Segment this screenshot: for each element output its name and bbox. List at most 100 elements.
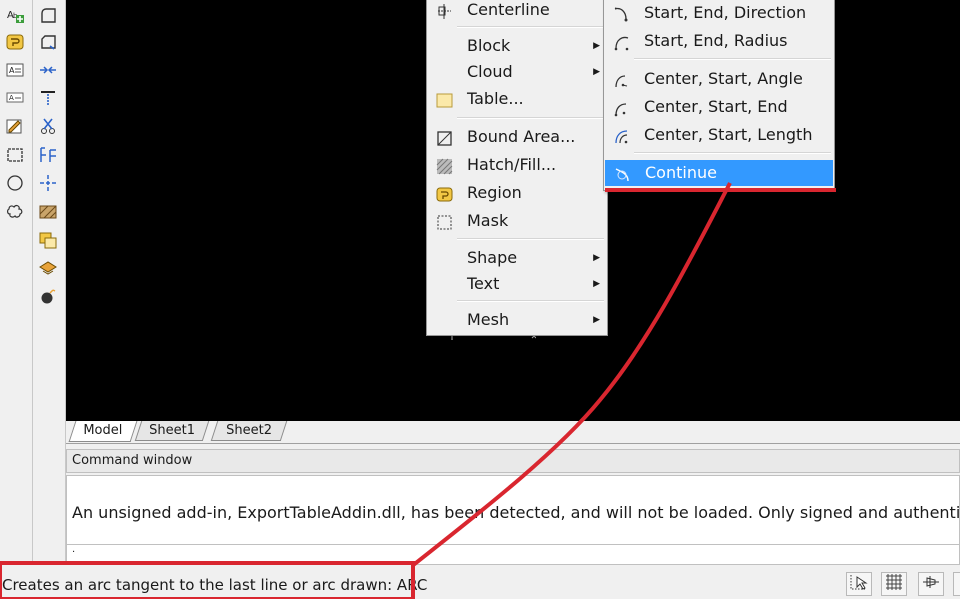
menu-item-label: Center, Start, Angle xyxy=(644,69,803,88)
region-icon[interactable] xyxy=(4,31,26,53)
menu-item-label: Mesh xyxy=(467,310,510,329)
chamfer-icon[interactable] xyxy=(37,31,59,53)
explode-icon[interactable] xyxy=(37,285,59,307)
arc-center-start-end-icon xyxy=(613,99,630,117)
menu-item-label: Bound Area... xyxy=(467,127,576,146)
centerline-icon xyxy=(436,2,453,19)
center-mark-icon[interactable] xyxy=(37,172,59,194)
menu-item-center-start-end[interactable]: Center, Start, End xyxy=(604,94,834,120)
tab-label: Sheet2 xyxy=(226,423,273,438)
array-icon[interactable] xyxy=(37,144,59,166)
svg-text:A: A xyxy=(9,94,14,102)
menu-item-label: Hatch/Fill... xyxy=(467,155,557,174)
menu-item-bound-area[interactable]: Bound Area... xyxy=(427,124,607,150)
menu-item-centerline[interactable]: Centerline xyxy=(427,0,607,23)
menu-item-label: Centerline xyxy=(467,0,550,19)
hatch-icon[interactable] xyxy=(37,200,59,222)
join-icon[interactable] xyxy=(37,59,59,81)
bound-area-icon xyxy=(436,129,453,146)
fillet-icon[interactable] xyxy=(37,4,59,26)
flatten-icon[interactable] xyxy=(37,257,59,279)
annotation-add-icon[interactable]: Ab xyxy=(4,4,26,26)
freeform-shape-icon[interactable] xyxy=(4,200,26,222)
command-message: An unsigned add-in, ExportTableAddin.dll… xyxy=(72,503,960,522)
menu-item-region[interactable]: Region xyxy=(427,180,607,206)
ortho-button[interactable] xyxy=(918,572,944,596)
menu-separator xyxy=(634,58,831,60)
annotate-toolbar: Ab A A xyxy=(0,0,33,565)
command-input[interactable]: . xyxy=(66,545,960,565)
tab-label: Model xyxy=(83,423,123,438)
snap-icon xyxy=(849,573,869,595)
extend-icon[interactable] xyxy=(37,87,59,109)
menu-item-label: Shape xyxy=(467,248,518,267)
menu-separator xyxy=(457,300,604,302)
arc-submenu: Start, End, Direction Start, End, Radius… xyxy=(603,0,835,191)
menu-item-mesh[interactable]: Mesh ▶ xyxy=(427,307,607,333)
submenu-arrow-icon: ▶ xyxy=(593,253,600,263)
tab-label: Sheet1 xyxy=(149,423,196,438)
revision-cloud-icon[interactable] xyxy=(4,115,26,137)
menu-item-block[interactable]: Block ▶ xyxy=(427,33,607,59)
draw-menu: Centerline Block ▶ Cloud ▶ Table... Boun… xyxy=(426,0,608,336)
status-bar: Creates an arc tangent to the last line … xyxy=(0,566,960,599)
menu-item-text[interactable]: Text ▶ xyxy=(427,271,607,297)
textbox-icon[interactable]: A xyxy=(4,59,26,81)
menu-item-label: Center, Start, End xyxy=(644,97,788,116)
menu-separator xyxy=(634,152,831,154)
menu-item-label: Table... xyxy=(467,89,524,108)
menu-item-center-start-angle[interactable]: Center, Start, Angle xyxy=(604,66,834,92)
menu-separator xyxy=(457,26,604,28)
submenu-arrow-icon: ▶ xyxy=(593,67,600,77)
hatch-icon xyxy=(436,157,453,175)
table-icon xyxy=(436,91,453,108)
menu-item-label: Text xyxy=(467,274,500,293)
menu-item-continue[interactable]: Continue xyxy=(605,160,833,186)
submenu-arrow-icon: ▶ xyxy=(593,41,600,51)
submenu-arrow-icon: ▶ xyxy=(593,315,600,325)
copy-layer-icon[interactable] xyxy=(37,229,59,251)
menu-item-mask[interactable]: Mask xyxy=(427,208,607,234)
arc-continue-icon xyxy=(614,165,631,182)
menu-item-hatch-fill[interactable]: Hatch/Fill... xyxy=(427,152,607,178)
menu-item-table[interactable]: Table... xyxy=(427,86,607,112)
mask-icon xyxy=(436,213,453,230)
menu-item-label: Cloud xyxy=(467,62,513,81)
menu-item-label: Start, End, Direction xyxy=(644,3,807,22)
modify-toolbar xyxy=(33,0,66,565)
status-text: Creates an arc tangent to the last line … xyxy=(2,576,428,594)
menu-item-shape[interactable]: Shape ▶ xyxy=(427,245,607,271)
menu-item-label: Start, End, Radius xyxy=(644,31,788,50)
menu-item-cloud[interactable]: Cloud ▶ xyxy=(427,59,607,85)
circle-icon[interactable] xyxy=(4,172,26,194)
menu-item-label: Region xyxy=(467,183,522,202)
ortho-icon xyxy=(921,573,941,595)
menu-item-label: Continue xyxy=(645,163,717,182)
submenu-arrow-icon: ▶ xyxy=(593,279,600,289)
svg-text:A: A xyxy=(9,66,15,75)
menu-item-label: Block xyxy=(467,36,511,55)
tab-sheet2[interactable]: Sheet2 xyxy=(210,421,288,441)
grid-icon xyxy=(884,573,904,595)
arc-center-start-length-icon xyxy=(613,127,630,144)
more-status-button[interactable] xyxy=(953,572,960,596)
tab-model[interactable]: Model xyxy=(68,421,138,442)
menu-item-label: Mask xyxy=(467,211,509,230)
arc-start-end-radius-icon xyxy=(613,33,630,51)
snap-button[interactable] xyxy=(846,572,872,596)
menu-item-label: Center, Start, Length xyxy=(644,125,813,144)
menu-item-start-end-direction[interactable]: Start, End, Direction xyxy=(604,0,834,26)
command-window-title: Command window xyxy=(66,449,960,473)
rectangle-select-icon[interactable] xyxy=(4,144,26,166)
tab-sheet1[interactable]: Sheet1 xyxy=(134,421,210,441)
menu-item-start-end-radius[interactable]: Start, End, Radius xyxy=(604,28,834,54)
region-icon xyxy=(436,185,453,202)
menu-separator xyxy=(457,238,604,240)
menu-separator xyxy=(457,117,604,119)
text-icon[interactable]: A xyxy=(4,86,26,108)
sheet-tab-bar: Model Sheet1 Sheet2 xyxy=(66,421,960,444)
menu-item-center-start-length[interactable]: Center, Start, Length xyxy=(604,122,834,148)
trim-icon[interactable] xyxy=(37,115,59,137)
arc-start-end-direction-icon xyxy=(613,5,630,22)
grid-button[interactable] xyxy=(881,572,907,596)
